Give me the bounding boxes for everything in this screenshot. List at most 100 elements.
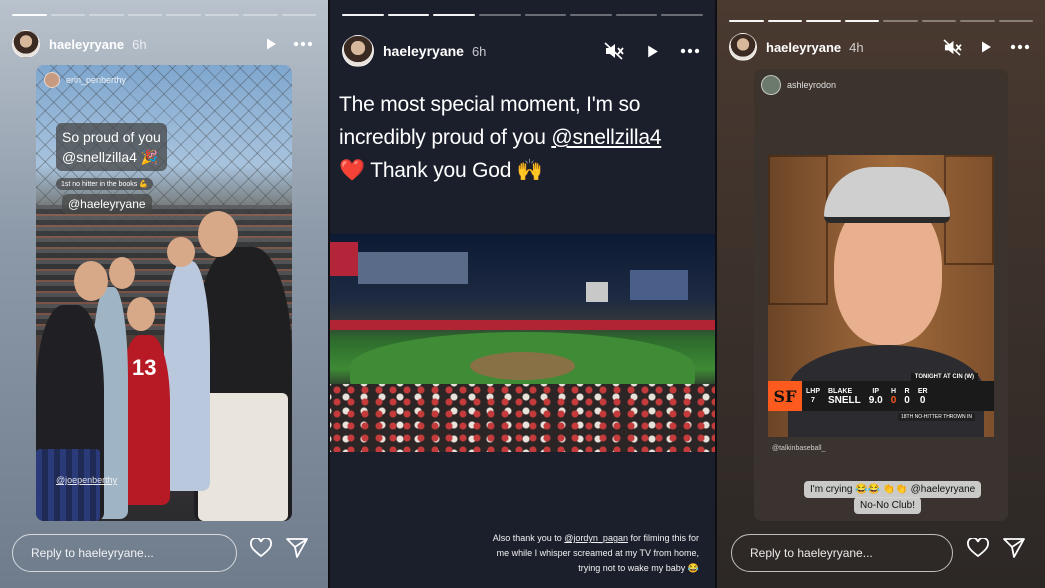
reply-input[interactable]: Reply to haeleyryane...	[731, 534, 953, 572]
progress-segment	[166, 14, 201, 16]
photo-person	[164, 261, 210, 491]
story-progress-bar	[342, 14, 703, 16]
progress-segment	[89, 14, 124, 16]
progress-segment	[342, 14, 384, 16]
jersey-number: 13	[132, 355, 157, 380]
play-icon[interactable]	[258, 31, 284, 57]
stat-value: 0	[919, 395, 926, 406]
message-text-end: ❤️ Thank you God 🙌	[339, 159, 543, 182]
story-progress-bar	[12, 14, 316, 16]
story-header: haeleyryane 4h	[729, 31, 1033, 63]
locker-right	[944, 155, 994, 265]
progress-segment	[615, 14, 658, 16]
scoreboard-right	[630, 270, 688, 300]
photo-person-head	[127, 297, 155, 331]
progress-segment	[50, 14, 85, 16]
progress-segment	[478, 14, 521, 16]
photo-credit[interactable]: @joepenberthy	[56, 475, 117, 485]
mention-sticker[interactable]: So proud of you @snellzilla4 🎉	[56, 123, 167, 171]
score-hand: LHP	[806, 388, 820, 395]
play-icon[interactable]	[973, 34, 999, 60]
progress-segment	[387, 14, 430, 16]
photo-author-tag[interactable]: erin_penberthy	[44, 72, 126, 88]
shared-from-avatar	[761, 75, 781, 95]
progress-segment	[921, 20, 956, 22]
shared-from-tag[interactable]: ashleyrodon	[761, 75, 836, 95]
progress-segment	[767, 20, 802, 22]
crowd	[330, 384, 715, 452]
score-name-cell: BLAKE SNELL	[824, 387, 865, 406]
story-username[interactable]: haeleyryane	[383, 43, 464, 59]
score-header: TONIGHT AT CIN (W)	[910, 373, 978, 381]
more-dots-icon[interactable]	[290, 31, 316, 57]
video-credit[interactable]: @talkinbaseball_	[772, 445, 825, 452]
story-panel-right[interactable]: haeleyryane 4h ashleyrodon TONIGHT AT CI…	[717, 0, 1045, 588]
progress-segment	[960, 20, 995, 22]
mention-sticker-haeleyryane[interactable]: @haeleyryane	[62, 194, 152, 214]
progress-segment	[661, 14, 703, 16]
mention-link[interactable]: @snellzilla4	[551, 126, 661, 149]
progress-segment	[127, 14, 162, 16]
team-logo: SF	[768, 381, 802, 411]
progress-segment	[12, 14, 47, 16]
avatar[interactable]	[12, 30, 40, 58]
score-bug: SF LHP 7 BLAKE SNELL IP 9.0 H0 R0 ER 0	[768, 381, 994, 411]
story-time-ago: 6h	[132, 36, 147, 52]
photo-person-head	[167, 237, 195, 267]
shared-photo-card[interactable]: 13 erin_penberthy So proud of you @snell…	[36, 65, 292, 521]
progress-segment	[433, 14, 475, 16]
progress-segment	[729, 20, 764, 22]
photo-shorts	[36, 449, 100, 521]
progress-segment	[243, 14, 278, 16]
photo-person	[198, 393, 288, 521]
more-dots-icon[interactable]	[1007, 34, 1033, 60]
story-username[interactable]: haeleyryane	[766, 40, 841, 55]
more-dots-icon[interactable]	[677, 38, 703, 64]
mention-sticker[interactable]: I'm crying 😂😂 👏👏 @haeleyryane	[804, 481, 982, 498]
progress-segment	[281, 14, 316, 16]
stories-viewer: haeleyryane 6h 13 erin_penberthy So prou…	[0, 0, 1045, 588]
score-number: 7	[811, 397, 815, 404]
story-time-ago: 4h	[849, 39, 864, 55]
avatar[interactable]	[342, 35, 374, 67]
smokestacks	[586, 282, 608, 302]
paper-plane-icon[interactable]	[286, 538, 308, 563]
story-progress-bar	[729, 20, 1033, 22]
author-avatar	[44, 72, 60, 88]
infield-dirt	[470, 352, 575, 380]
heart-outline-icon[interactable]	[250, 537, 272, 563]
interview-video[interactable]: TONIGHT AT CIN (W) SF LHP 7 BLAKE SNELL IP…	[768, 155, 994, 437]
avatar[interactable]	[729, 33, 757, 61]
story-header: haeleyryane 6h	[12, 28, 316, 60]
speaker-muted-icon[interactable]	[939, 34, 965, 60]
shared-from-name: ashleyrodon	[787, 80, 837, 90]
story-username[interactable]: haeleyryane	[49, 37, 124, 52]
stat-cell: R0	[900, 387, 914, 406]
stat-cell: H0	[887, 387, 901, 406]
play-icon[interactable]	[639, 38, 665, 64]
stadium-photo[interactable]	[330, 234, 715, 452]
score-hand-cell: LHP 7	[802, 387, 824, 405]
caption-text: Also thank you to	[492, 533, 565, 543]
photo-person-head	[198, 211, 238, 257]
shared-post-card[interactable]: ashleyrodon TONIGHT AT CIN (W) SF LHP 7 B…	[754, 69, 1008, 521]
stat-cell: IP 9.0	[865, 387, 887, 406]
progress-segment	[524, 14, 567, 16]
outfield-wall	[330, 320, 715, 330]
progress-segment	[570, 14, 612, 16]
paper-plane-icon[interactable]	[1003, 538, 1025, 563]
caption-mention-link[interactable]: @jordyn_pagan	[564, 533, 628, 543]
reply-input[interactable]: Reply to haeleyryane...	[12, 534, 237, 572]
video-board	[358, 252, 468, 284]
caption-sticker: 1st no hitter in the books 💪	[56, 178, 153, 190]
story-caption: Also thank you to @jordyn_pagan for film…	[489, 531, 699, 576]
progress-segment	[998, 20, 1033, 22]
stat-value: 9.0	[868, 395, 883, 406]
photo-person-head	[74, 261, 108, 301]
scoreboard-left	[330, 242, 358, 276]
speaker-muted-icon[interactable]	[601, 38, 627, 64]
heart-outline-icon[interactable]	[967, 537, 989, 563]
story-panel-center[interactable]: haeleyryane 6h The most special moment, …	[330, 0, 715, 588]
player-last-name: SNELL	[828, 395, 861, 406]
story-panel-left[interactable]: haeleyryane 6h 13 erin_penberthy So prou…	[0, 0, 328, 588]
